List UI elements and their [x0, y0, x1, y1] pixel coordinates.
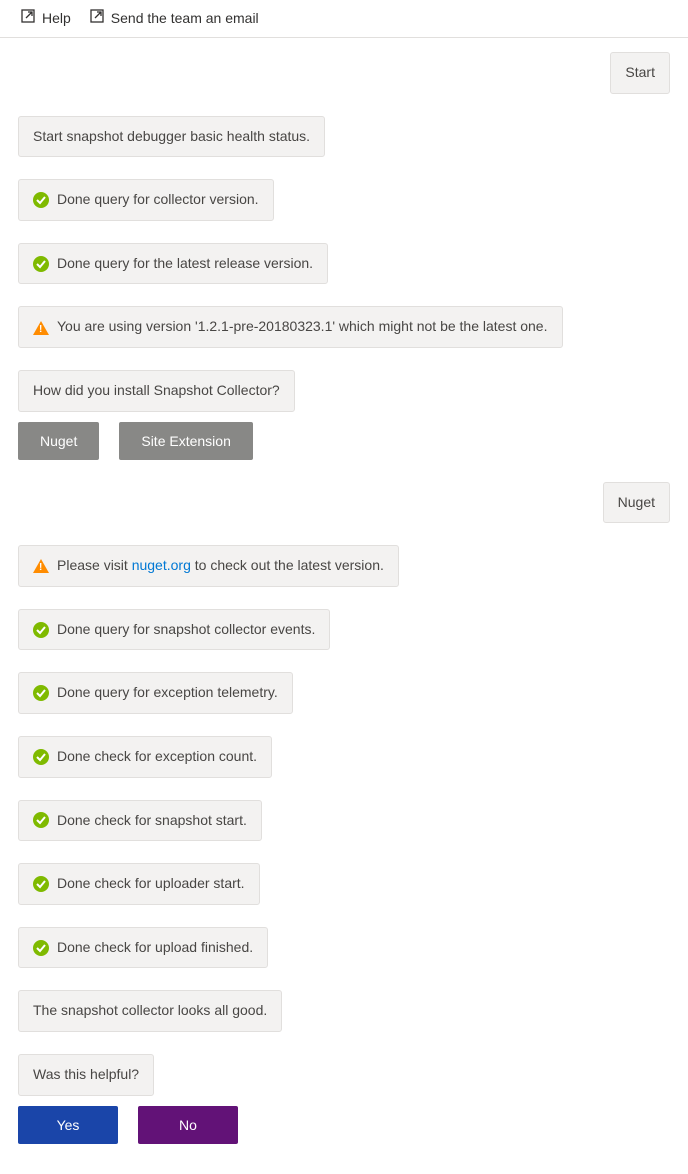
check-icon — [33, 192, 49, 208]
message-text: Done query for snapshot collector events… — [57, 620, 315, 640]
bot-message: Done query for snapshot collector events… — [18, 609, 330, 651]
message-text: Done query for collector version. — [57, 190, 259, 210]
check-icon — [33, 685, 49, 701]
message-text: Done check for uploader start. — [57, 874, 245, 894]
bot-message: How did you install Snapshot Collector? — [18, 370, 295, 412]
bot-message: Done check for uploader start. — [18, 863, 260, 905]
send-email-link[interactable]: Send the team an email — [89, 8, 259, 27]
external-link-icon — [20, 8, 36, 27]
yes-button[interactable]: Yes — [18, 1106, 118, 1144]
message-text: The snapshot collector looks all good. — [33, 1001, 267, 1021]
warning-icon — [33, 559, 49, 573]
check-icon — [33, 622, 49, 638]
bot-message: Start snapshot debugger basic health sta… — [18, 116, 325, 158]
check-icon — [33, 812, 49, 828]
warning-icon — [33, 321, 49, 335]
toolbar: Help Send the team an email — [0, 0, 688, 38]
bot-message-warning: Please visit nuget.org to check out the … — [18, 545, 399, 587]
bot-message: Done query for the latest release versio… — [18, 243, 328, 285]
nuget-link[interactable]: nuget.org — [132, 557, 191, 573]
message-text: Done check for exception count. — [57, 747, 257, 767]
message-text: Please visit nuget.org to check out the … — [57, 556, 384, 576]
message-text: Start snapshot debugger basic health sta… — [33, 127, 310, 147]
bot-message: Done query for exception telemetry. — [18, 672, 293, 714]
site-extension-button[interactable]: Site Extension — [119, 422, 253, 460]
user-message-text: Nuget — [618, 493, 655, 513]
external-link-icon — [89, 8, 105, 27]
nuget-button[interactable]: Nuget — [18, 422, 99, 460]
user-message-text: Start — [625, 63, 655, 83]
chat-log: Start Start snapshot debugger basic heal… — [0, 38, 688, 1174]
bot-message-warning: You are using version '1.2.1-pre-2018032… — [18, 306, 563, 348]
bot-message: The snapshot collector looks all good. — [18, 990, 282, 1032]
check-icon — [33, 256, 49, 272]
user-message-start: Start — [610, 52, 670, 94]
bot-message: Done check for upload finished. — [18, 927, 268, 969]
user-message-nuget: Nuget — [603, 482, 670, 524]
bot-message: Done check for exception count. — [18, 736, 272, 778]
help-label: Help — [42, 10, 71, 26]
help-link[interactable]: Help — [20, 8, 71, 27]
bot-message: Was this helpful? — [18, 1054, 154, 1096]
no-button[interactable]: No — [138, 1106, 238, 1144]
message-text: Done check for snapshot start. — [57, 811, 247, 831]
check-icon — [33, 940, 49, 956]
bot-message: Done query for collector version. — [18, 179, 274, 221]
text-part: to check out the latest version. — [191, 557, 384, 573]
message-text: Was this helpful? — [33, 1065, 139, 1085]
text-part: Please visit — [57, 557, 132, 573]
email-label: Send the team an email — [111, 10, 259, 26]
bot-message: Done check for snapshot start. — [18, 800, 262, 842]
message-text: How did you install Snapshot Collector? — [33, 381, 280, 401]
check-icon — [33, 876, 49, 892]
message-text: You are using version '1.2.1-pre-2018032… — [57, 317, 548, 337]
check-icon — [33, 749, 49, 765]
message-text: Done query for the latest release versio… — [57, 254, 313, 274]
message-text: Done query for exception telemetry. — [57, 683, 278, 703]
message-text: Done check for upload finished. — [57, 938, 253, 958]
